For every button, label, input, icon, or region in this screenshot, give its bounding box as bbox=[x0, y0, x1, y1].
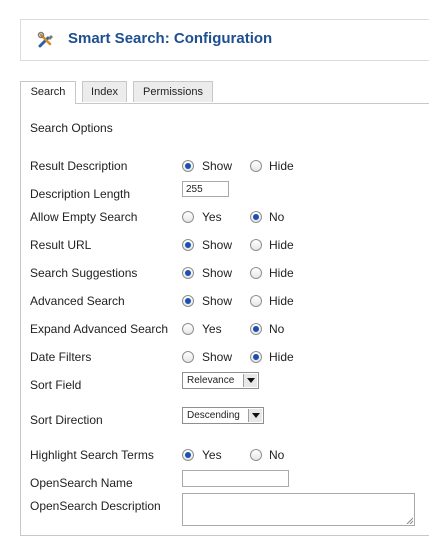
date-filters-show-radio[interactable] bbox=[182, 351, 194, 363]
result-description-hide-label[interactable]: Hide bbox=[269, 159, 294, 173]
opensearch-description-textarea[interactable] bbox=[182, 493, 415, 526]
chevron-down-icon[interactable] bbox=[248, 409, 262, 422]
sort-field-label: Sort Field bbox=[30, 378, 82, 392]
highlight-search-terms-no-label[interactable]: No bbox=[269, 448, 284, 462]
allow-empty-search-no-label[interactable]: No bbox=[269, 210, 284, 224]
result-url-show-radio[interactable] bbox=[182, 239, 194, 251]
sort-direction-select[interactable]: Descending bbox=[182, 407, 264, 424]
search-suggestions-show-label[interactable]: Show bbox=[202, 266, 232, 280]
expand-advanced-search-no-label[interactable]: No bbox=[269, 322, 284, 336]
result-description-show-label[interactable]: Show bbox=[202, 159, 232, 173]
search-suggestions-hide-radio[interactable] bbox=[250, 267, 262, 279]
sort-field-value: Relevance bbox=[187, 375, 235, 386]
page-title: Smart Search: Configuration bbox=[68, 30, 273, 47]
advanced-search-hide-label[interactable]: Hide bbox=[269, 294, 294, 308]
description-length-label: Description Length bbox=[30, 187, 131, 201]
allow-empty-search-yes-radio[interactable] bbox=[182, 211, 194, 223]
date-filters-show-label[interactable]: Show bbox=[202, 350, 232, 364]
highlight-search-terms-yes-label[interactable]: Yes bbox=[202, 448, 222, 462]
highlight-search-terms-no-radio[interactable] bbox=[250, 449, 262, 461]
tab-index[interactable]: Index bbox=[82, 81, 127, 102]
sort-field-select[interactable]: Relevance bbox=[182, 372, 259, 389]
allow-empty-search-label: Allow Empty Search bbox=[30, 210, 138, 224]
allow-empty-search-no-radio[interactable] bbox=[250, 211, 262, 223]
result-description-label: Result Description bbox=[30, 159, 128, 173]
sort-direction-label: Sort Direction bbox=[30, 413, 103, 427]
advanced-search-show-label[interactable]: Show bbox=[202, 294, 232, 308]
result-url-label: Result URL bbox=[30, 238, 92, 252]
page-header: Smart Search: Configuration bbox=[20, 19, 429, 61]
date-filters-hide-label[interactable]: Hide bbox=[269, 350, 294, 364]
section-title: Search Options bbox=[30, 121, 113, 135]
highlight-search-terms-yes-radio[interactable] bbox=[182, 449, 194, 461]
result-url-hide-radio[interactable] bbox=[250, 239, 262, 251]
sort-direction-value: Descending bbox=[187, 410, 240, 421]
date-filters-hide-radio[interactable] bbox=[250, 351, 262, 363]
result-description-show-radio[interactable] bbox=[182, 160, 194, 172]
date-filters-label: Date Filters bbox=[30, 350, 92, 364]
expand-advanced-search-yes-label[interactable]: Yes bbox=[202, 322, 222, 336]
expand-advanced-search-no-radio[interactable] bbox=[250, 323, 262, 335]
description-length-input[interactable] bbox=[182, 181, 229, 197]
expand-advanced-search-label: Expand Advanced Search bbox=[30, 322, 169, 336]
allow-empty-search-yes-label[interactable]: Yes bbox=[202, 210, 222, 224]
tab-permissions[interactable]: Permissions bbox=[133, 81, 213, 102]
result-url-hide-label[interactable]: Hide bbox=[269, 238, 294, 252]
opensearch-name-input[interactable] bbox=[182, 470, 289, 487]
opensearch-name-label: OpenSearch Name bbox=[30, 476, 133, 490]
search-suggestions-show-radio[interactable] bbox=[182, 267, 194, 279]
tab-search[interactable]: Search bbox=[20, 81, 76, 104]
result-description-hide-radio[interactable] bbox=[250, 160, 262, 172]
expand-advanced-search-yes-radio[interactable] bbox=[182, 323, 194, 335]
tools-icon bbox=[37, 31, 53, 48]
advanced-search-show-radio[interactable] bbox=[182, 295, 194, 307]
advanced-search-hide-radio[interactable] bbox=[250, 295, 262, 307]
highlight-search-terms-label: Highlight Search Terms bbox=[30, 448, 154, 462]
result-url-show-label[interactable]: Show bbox=[202, 238, 232, 252]
resize-grip-icon[interactable] bbox=[406, 517, 413, 524]
chevron-down-icon[interactable] bbox=[243, 374, 257, 387]
search-suggestions-hide-label[interactable]: Hide bbox=[269, 266, 294, 280]
search-suggestions-label: Search Suggestions bbox=[30, 266, 138, 280]
advanced-search-label: Advanced Search bbox=[30, 294, 125, 308]
opensearch-description-label: OpenSearch Description bbox=[30, 499, 161, 513]
